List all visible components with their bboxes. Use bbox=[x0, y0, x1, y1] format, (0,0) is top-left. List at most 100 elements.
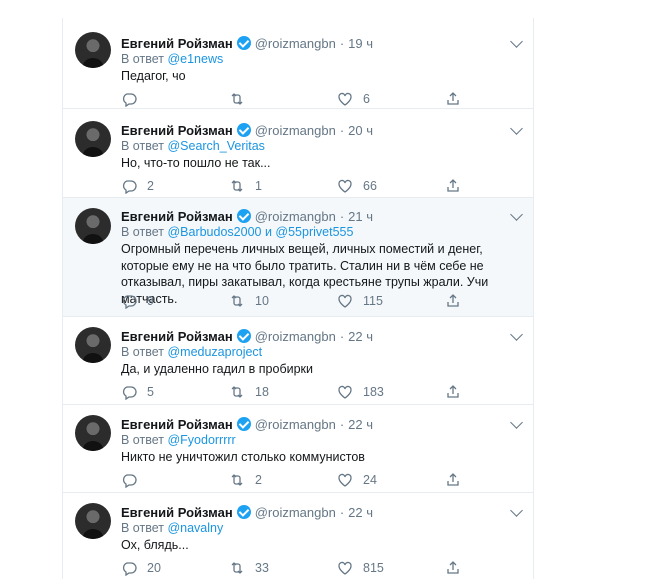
author-handle[interactable]: @roizmangbn bbox=[255, 36, 336, 51]
tweet[interactable]: Евгений Ройзман @roizmangbn · 21 ч В отв… bbox=[63, 198, 533, 317]
author-name[interactable]: Евгений Ройзман bbox=[121, 505, 233, 520]
reply-mention-link[interactable]: @navalny bbox=[167, 521, 223, 535]
share-button[interactable] bbox=[445, 178, 471, 194]
avatar[interactable] bbox=[75, 32, 111, 68]
reply-button[interactable]: 5 bbox=[121, 384, 157, 400]
author-handle[interactable]: @roizmangbn bbox=[255, 123, 336, 138]
reply-icon bbox=[122, 562, 137, 576]
retweet-count: 1 bbox=[255, 179, 262, 193]
timestamp[interactable]: 20 ч bbox=[348, 123, 373, 138]
like-button[interactable]: 815 bbox=[337, 560, 384, 576]
timestamp[interactable]: 22 ч bbox=[348, 329, 373, 344]
reply-mention-link[interactable]: @Barbudos2000 и @55privet555 bbox=[167, 225, 353, 239]
separator-dot: · bbox=[339, 504, 345, 520]
tweet[interactable]: Евгений Ройзман @roizmangbn · 22 ч В отв… bbox=[63, 405, 533, 493]
reply-button[interactable]: 9 bbox=[121, 293, 157, 309]
share-icon bbox=[447, 561, 459, 574]
retweet-button[interactable]: 18 bbox=[229, 384, 269, 400]
share-button[interactable] bbox=[445, 91, 471, 107]
retweet-button[interactable] bbox=[229, 91, 265, 107]
timestamp[interactable]: 22 ч bbox=[348, 505, 373, 520]
timestamp[interactable]: 21 ч bbox=[348, 209, 373, 224]
share-icon bbox=[447, 179, 459, 192]
tweet[interactable]: Евгений Ройзман @roizmangbn · 20 ч В отв… bbox=[63, 109, 533, 198]
author-name[interactable]: Евгений Ройзман bbox=[121, 417, 233, 432]
reply-mention-link[interactable]: @meduzaproject bbox=[167, 345, 262, 359]
retweet-button[interactable]: 33 bbox=[229, 560, 269, 576]
author-name[interactable]: Евгений Ройзман bbox=[121, 36, 233, 51]
retweet-button[interactable]: 10 bbox=[229, 293, 269, 309]
author-name[interactable]: Евгений Ройзман bbox=[121, 209, 233, 224]
tweet[interactable]: Евгений Ройзман @roizmangbn · 19 ч В отв… bbox=[63, 18, 533, 109]
caret-down-icon[interactable] bbox=[510, 416, 523, 429]
author-name[interactable]: Евгений Ройзман bbox=[121, 123, 233, 138]
reply-mention-link[interactable]: @Fyodorrrrr bbox=[167, 433, 235, 447]
reply-context: В ответ @Search_Veritas bbox=[121, 139, 265, 153]
reply-context: В ответ @e1news bbox=[121, 52, 223, 66]
tweet-actions: 6 bbox=[121, 91, 459, 107]
tweet-text: Никто не уничтожил столько коммунистов bbox=[121, 450, 365, 464]
caret-down-icon[interactable] bbox=[510, 35, 523, 48]
avatar[interactable] bbox=[75, 327, 111, 363]
like-icon bbox=[338, 179, 352, 193]
tweet-actions: 20 33 815 bbox=[121, 560, 459, 576]
reply-button[interactable] bbox=[121, 472, 157, 488]
like-icon bbox=[338, 473, 352, 487]
author-handle[interactable]: @roizmangbn bbox=[255, 329, 336, 344]
like-icon bbox=[338, 385, 352, 399]
tweet-text: Да, и удаленно гадил в пробирки bbox=[121, 362, 313, 376]
avatar[interactable] bbox=[75, 503, 111, 539]
like-icon bbox=[338, 92, 352, 106]
share-icon bbox=[447, 294, 459, 307]
share-button[interactable] bbox=[445, 472, 471, 488]
retweet-icon bbox=[231, 295, 243, 307]
like-button[interactable]: 66 bbox=[337, 178, 377, 194]
reply-prefix: В ответ bbox=[121, 139, 164, 153]
avatar[interactable] bbox=[75, 415, 111, 451]
author-name[interactable]: Евгений Ройзман bbox=[121, 329, 233, 344]
share-button[interactable] bbox=[445, 560, 471, 576]
reply-icon bbox=[122, 295, 137, 309]
tweet[interactable]: Евгений Ройзман @roizmangbn · 22 ч В отв… bbox=[63, 493, 533, 579]
timestamp[interactable]: 22 ч bbox=[348, 417, 373, 432]
reply-mention-link[interactable]: @e1news bbox=[167, 52, 223, 66]
reply-button[interactable]: 20 bbox=[121, 560, 161, 576]
like-button[interactable]: 115 bbox=[337, 293, 383, 309]
retweet-icon bbox=[231, 180, 243, 192]
tweet[interactable]: Евгений Ройзман @roizmangbn · 22 ч В отв… bbox=[63, 317, 533, 405]
caret-down-icon[interactable] bbox=[510, 122, 523, 135]
verified-icon bbox=[236, 209, 251, 223]
retweet-count: 18 bbox=[255, 385, 269, 399]
reply-context: В ответ @Fyodorrrrr bbox=[121, 433, 236, 447]
reply-button[interactable] bbox=[121, 91, 157, 107]
avatar[interactable] bbox=[75, 121, 111, 157]
retweet-button[interactable]: 1 bbox=[229, 178, 265, 194]
retweet-icon bbox=[231, 474, 243, 486]
like-button[interactable]: 24 bbox=[337, 472, 377, 488]
author-handle[interactable]: @roizmangbn bbox=[255, 209, 336, 224]
avatar[interactable] bbox=[75, 208, 111, 244]
retweet-button[interactable]: 2 bbox=[229, 472, 265, 488]
share-button[interactable] bbox=[445, 293, 471, 309]
author-handle[interactable]: @roizmangbn bbox=[255, 417, 336, 432]
tweet-header: Евгений Ройзман @roizmangbn · 22 ч bbox=[121, 415, 373, 433]
caret-down-icon[interactable] bbox=[510, 328, 523, 341]
reply-mention-link[interactable]: @Search_Veritas bbox=[167, 139, 264, 153]
like-button[interactable]: 183 bbox=[337, 384, 384, 400]
tweet-text: Педагог, чо bbox=[121, 69, 186, 83]
like-icon bbox=[338, 294, 352, 308]
timestamp[interactable]: 19 ч bbox=[348, 36, 373, 51]
caret-down-icon[interactable] bbox=[510, 208, 523, 221]
like-button[interactable]: 6 bbox=[337, 91, 373, 107]
reply-count: 5 bbox=[147, 385, 154, 399]
tweet-actions: 2 1 66 bbox=[121, 178, 459, 194]
caret-down-icon[interactable] bbox=[510, 504, 523, 517]
verified-icon bbox=[236, 417, 251, 431]
reply-icon bbox=[122, 180, 137, 194]
retweet-count: 2 bbox=[255, 473, 262, 487]
retweet-icon bbox=[231, 93, 243, 105]
share-button[interactable] bbox=[445, 384, 471, 400]
author-handle[interactable]: @roizmangbn bbox=[255, 505, 336, 520]
reply-button[interactable]: 2 bbox=[121, 178, 157, 194]
retweet-icon bbox=[231, 386, 243, 398]
